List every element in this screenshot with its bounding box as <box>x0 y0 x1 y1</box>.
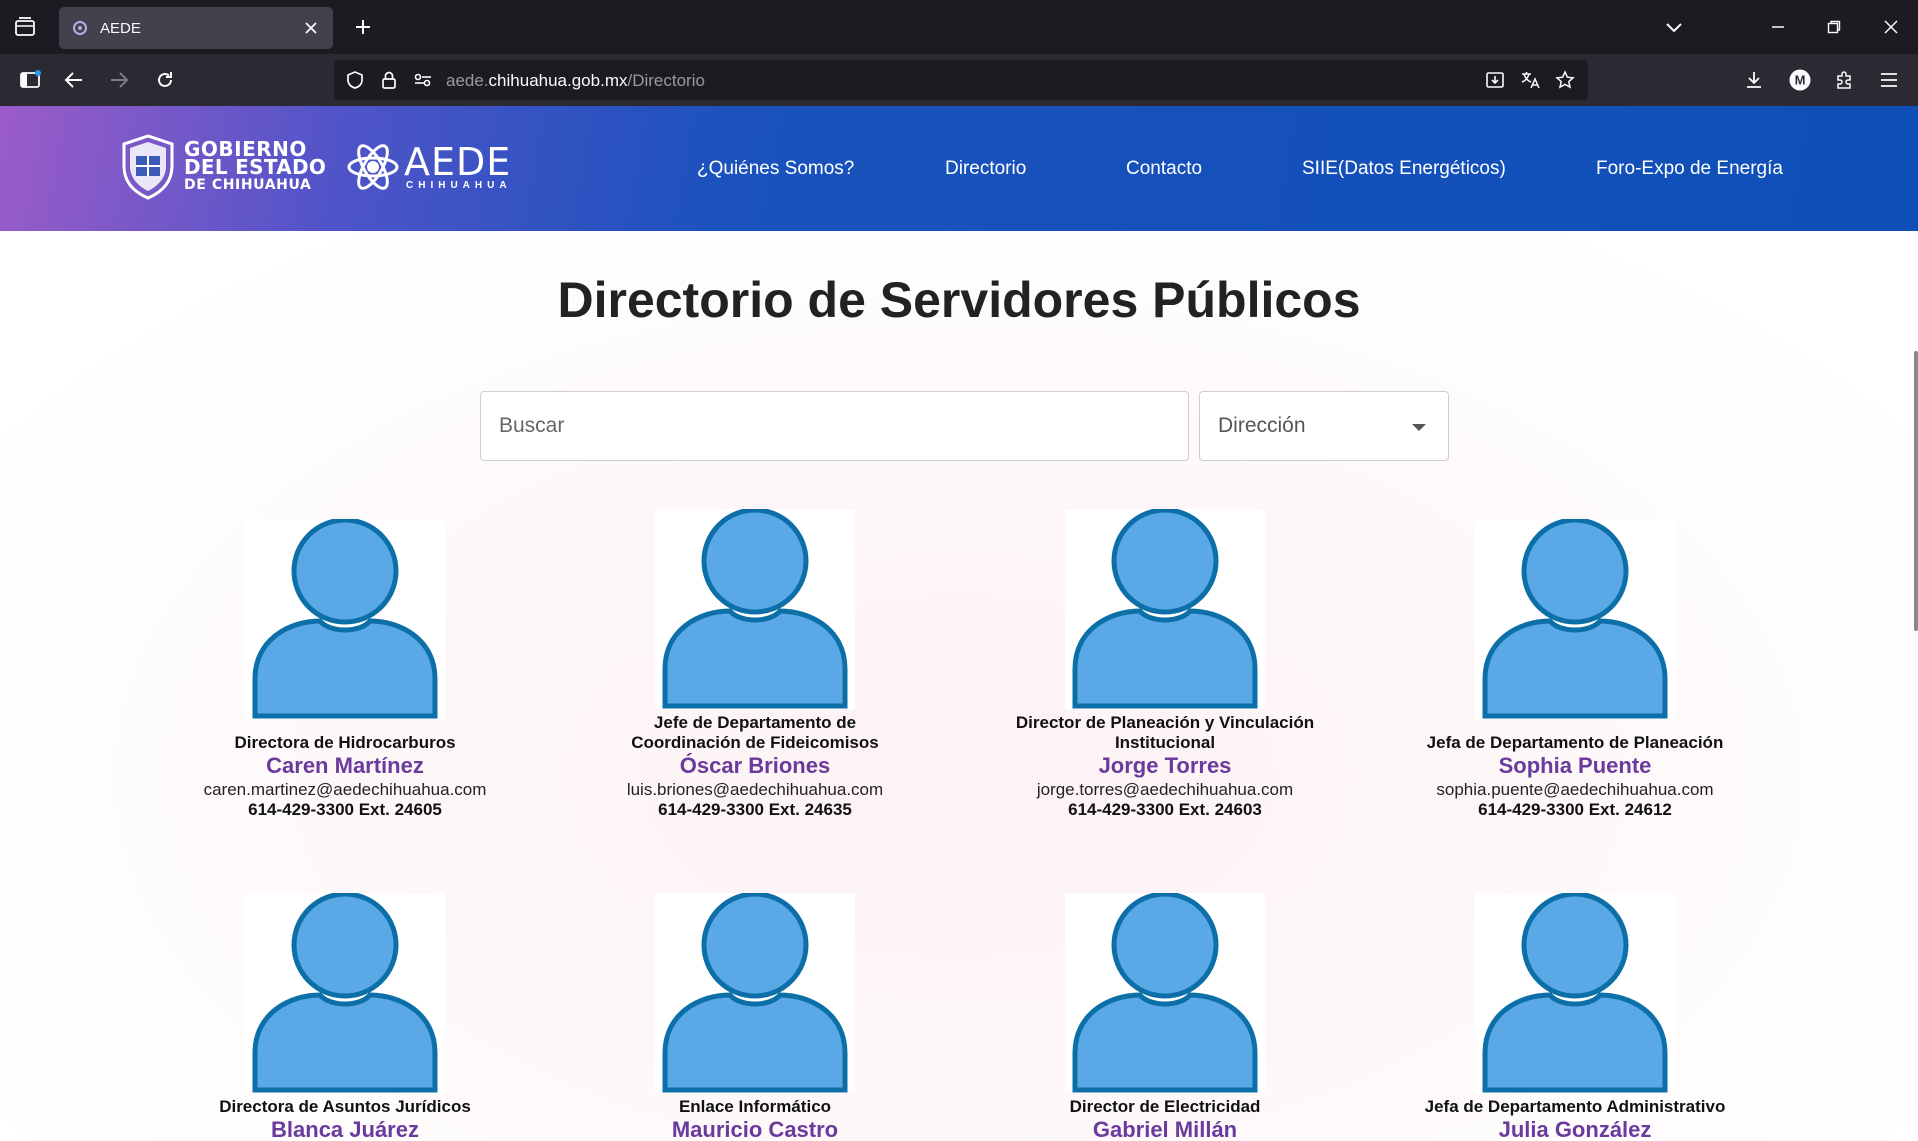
install-app-icon[interactable] <box>1484 69 1506 91</box>
site-header: GOBIERNO DEL ESTADO DE CHIHUAHUA AEDE CH… <box>0 106 1918 231</box>
tab-title: AEDE <box>100 19 141 37</box>
page-title: Directorio de Servidores Públicos <box>557 272 1361 328</box>
person-placeholder-icon <box>1072 507 1258 709</box>
minimize-icon[interactable] <box>1758 10 1798 44</box>
person-email[interactable]: caren.martinez@aedechihuahua.com <box>165 780 525 800</box>
person-phone: 614-429-3300 Ext. 24635 <box>658 800 852 819</box>
bookmark-star-icon[interactable] <box>1554 69 1576 91</box>
avatar <box>245 891 445 1093</box>
lock-icon[interactable] <box>378 69 400 91</box>
tab-list-icon[interactable] <box>8 10 42 44</box>
tab-overflow-chevron-icon[interactable] <box>1654 10 1694 44</box>
person-role: Jefa de Departamento de Planeación <box>1426 733 1724 752</box>
search-input[interactable] <box>480 391 1189 461</box>
url-host: chihuahua.gob.mx <box>488 71 628 90</box>
url-subdomain: aede. <box>446 71 489 90</box>
gob-logo-line2: DEL ESTADO <box>184 155 327 179</box>
nav-foro-expo[interactable]: Foro-Expo de Energía <box>1596 158 1783 180</box>
browser-nav-bar: aede.chihuahua.gob.mx/Directorio M <box>0 54 1918 106</box>
person-role: Director de Planeación y Vinculación Ins… <box>1015 713 1315 752</box>
person-name[interactable]: Caren Martínez <box>165 753 525 779</box>
browser-tab-bar: AEDE <box>0 0 1918 54</box>
person-placeholder-icon <box>1072 891 1258 1093</box>
state-shield-icon <box>122 134 174 200</box>
aede-atom-icon <box>347 144 399 190</box>
nav-quienes-somos[interactable]: ¿Quiénes Somos? <box>697 158 854 180</box>
person-email[interactable]: jorge.torres@aedechihuahua.com <box>985 780 1345 800</box>
gob-logo-line3: DE CHIHUAHUA <box>184 177 312 193</box>
reload-icon[interactable] <box>148 63 182 97</box>
back-arrow-icon[interactable] <box>57 63 91 97</box>
close-tab-icon[interactable] <box>301 18 321 38</box>
avatar <box>655 507 855 709</box>
person-phone: 614-429-3300 Ext. 24603 <box>1068 800 1262 819</box>
account-avatar-icon[interactable]: M <box>1783 63 1817 97</box>
aede-logo-text: AEDE <box>404 139 512 184</box>
extensions-icon[interactable] <box>1827 63 1861 97</box>
direccion-select-value: Dirección <box>1218 414 1306 437</box>
url-text[interactable]: aede.chihuahua.gob.mx/Directorio <box>446 71 705 91</box>
translate-icon[interactable] <box>1519 69 1541 91</box>
person-placeholder-icon <box>1482 517 1668 719</box>
person-role: Jefa de Departamento Administrativo <box>1424 1097 1726 1116</box>
main-content: Directorio de Servidores Públicos Direcc… <box>0 231 1918 1141</box>
nav-siie[interactable]: SIIE(Datos Energéticos) <box>1302 158 1506 180</box>
gobierno-logo-text: GOBIERNO DEL ESTADO DE CHIHUAHUA <box>184 139 327 194</box>
aede-logo-subtext: CHIHUAHUA <box>406 179 512 191</box>
nav-contacto[interactable]: Contacto <box>1126 158 1202 180</box>
person-role: Jefe de Departamento de Coordinación de … <box>631 713 879 752</box>
restore-icon[interactable] <box>1814 10 1854 44</box>
person-name[interactable]: Gabriel Millán <box>985 1117 1345 1141</box>
forward-arrow-icon[interactable] <box>102 63 136 97</box>
person-name[interactable]: Mauricio Castro <box>575 1117 935 1141</box>
nav-directorio[interactable]: Directorio <box>945 158 1026 180</box>
dropdown-caret-icon <box>1412 424 1426 431</box>
avatar <box>1475 517 1675 719</box>
address-bar[interactable]: aede.chihuahua.gob.mx/Directorio <box>334 60 1588 100</box>
person-name[interactable]: Jorge Torres <box>985 753 1345 779</box>
page-scrollbar[interactable] <box>1914 351 1918 631</box>
tracking-shield-icon[interactable] <box>344 69 366 91</box>
person-placeholder-icon <box>1482 891 1668 1093</box>
tab-favicon-icon <box>71 19 89 37</box>
avatar <box>655 891 855 1093</box>
close-window-icon[interactable] <box>1871 10 1911 44</box>
person-role: Enlace Informático <box>678 1097 832 1116</box>
person-role: Director de Electricidad <box>1069 1097 1261 1116</box>
person-phone: 614-429-3300 Ext. 24605 <box>248 800 442 819</box>
person-placeholder-icon <box>662 891 848 1093</box>
person-name[interactable]: Julia González <box>1395 1117 1755 1141</box>
person-role: Directora de Hidrocarburos <box>234 733 456 752</box>
avatar <box>1065 507 1265 709</box>
person-placeholder-icon <box>252 517 438 719</box>
avatar <box>1065 891 1265 1093</box>
account-initial: M <box>1795 73 1806 88</box>
aede-logo[interactable]: AEDE CHIHUAHUA <box>346 140 512 194</box>
site-permissions-icon[interactable] <box>412 69 434 91</box>
person-name[interactable]: Sophia Puente <box>1395 753 1755 779</box>
person-name[interactable]: Óscar Briones <box>575 753 935 779</box>
person-role: Directora de Asuntos Jurídicos <box>219 1097 471 1116</box>
direccion-select[interactable]: Dirección <box>1199 391 1449 461</box>
browser-tab[interactable]: AEDE <box>59 7 333 49</box>
gobierno-chihuahua-logo[interactable]: GOBIERNO DEL ESTADO DE CHIHUAHUA <box>118 134 326 200</box>
person-name[interactable]: Blanca Juárez <box>165 1117 525 1141</box>
url-path: /Directorio <box>627 71 705 90</box>
person-email[interactable]: luis.briones@aedechihuahua.com <box>575 780 935 800</box>
person-email[interactable]: sophia.puente@aedechihuahua.com <box>1395 780 1755 800</box>
menu-hamburger-icon[interactable] <box>1872 63 1906 97</box>
avatar <box>245 517 445 719</box>
person-placeholder-icon <box>252 891 438 1093</box>
person-phone: 614-429-3300 Ext. 24612 <box>1478 800 1672 819</box>
person-placeholder-icon <box>662 507 848 709</box>
sidebar-toggle-icon[interactable] <box>13 63 47 97</box>
avatar <box>1475 891 1675 1093</box>
new-tab-icon[interactable] <box>348 12 378 42</box>
downloads-icon[interactable] <box>1737 63 1771 97</box>
